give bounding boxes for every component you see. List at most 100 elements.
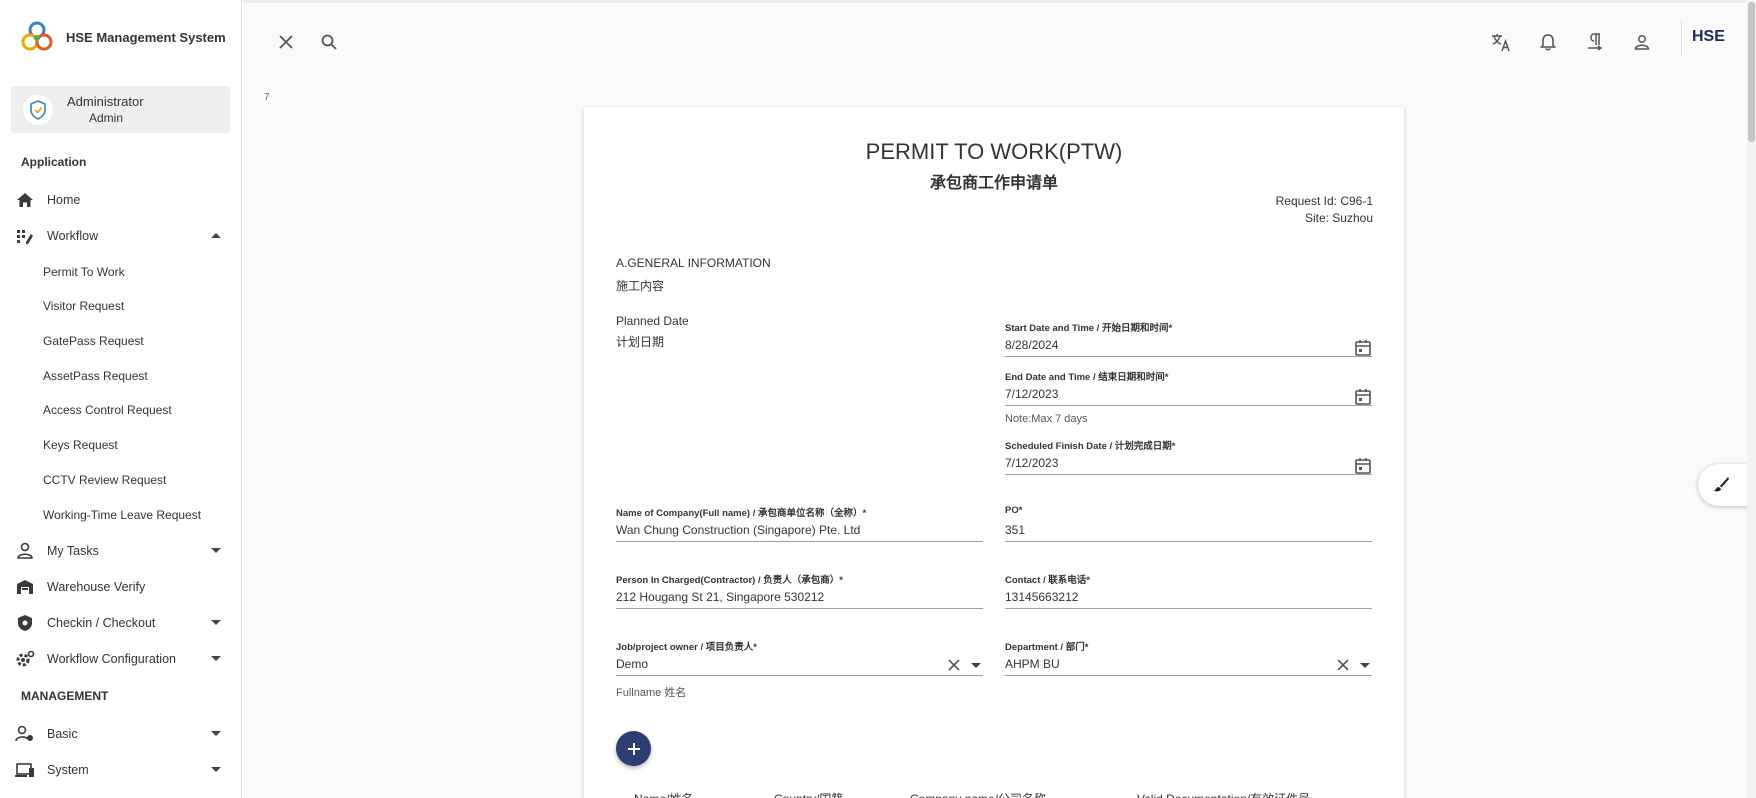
chevron-down-icon[interactable]: [211, 656, 221, 661]
start-date-input[interactable]: 8/28/2024: [1005, 333, 1372, 357]
start-date-value: 8/28/2024: [1005, 338, 1059, 352]
brand-short-label[interactable]: HSE: [1692, 28, 1725, 46]
sidebar-subitem-cctv-review-request[interactable]: CCTV Review Request: [43, 470, 166, 490]
stray-text: 7: [264, 92, 270, 103]
brush-icon: [1714, 477, 1729, 492]
po-input[interactable]: 351: [1005, 518, 1372, 542]
dropdown-arrow-icon[interactable]: [1360, 663, 1370, 668]
sidebar-item-label: Checkin / Checkout: [47, 616, 156, 630]
finish-date-field[interactable]: Scheduled Finish Date / 计划完成日期* 7/12/202…: [1005, 438, 1372, 475]
general-info-heading-cn: 施工内容: [616, 279, 665, 293]
user-card[interactable]: Administrator Admin: [11, 86, 230, 133]
sidebar: HSE Management System Administrator Admi…: [0, 0, 242, 798]
project-owner-select[interactable]: Demo: [616, 652, 983, 676]
general-info-heading: A.GENERAL INFORMATION: [616, 256, 771, 270]
department-value: AHPM BU: [1005, 657, 1060, 671]
person-in-charge-input[interactable]: 212 Hougang St 21, Singapore 530212: [616, 585, 983, 609]
department-label: Department / 部门*: [1005, 642, 1089, 653]
table-header-company: Company name/公司名称: [910, 790, 1046, 798]
planned-date-label: Planned Date: [616, 314, 689, 328]
person-in-charge-field[interactable]: Person In Charged(Contractor) / 负责人（承包商）…: [616, 572, 983, 609]
permit-form-card: PERMIT TO WORK(PTW) 承包商工作申请单 Request Id:…: [584, 107, 1404, 798]
calendar-icon[interactable]: [1354, 457, 1372, 475]
end-date-field[interactable]: End Date and Time / 结束日期和时间* 7/12/2023: [1005, 369, 1372, 406]
section-application: Application: [21, 155, 87, 169]
site-label: Site: Suzhou: [1304, 211, 1373, 225]
chevron-up-icon[interactable]: [211, 233, 221, 238]
sidebar-item-label: My Tasks: [47, 544, 99, 558]
chevron-down-icon[interactable]: [211, 620, 221, 625]
chevron-down-icon[interactable]: [211, 767, 221, 772]
department-select[interactable]: AHPM BU: [1005, 652, 1372, 676]
sidebar-item-label: Workflow Configuration: [47, 652, 176, 666]
start-date-field[interactable]: Start Date and Time / 开始日期和时间* 8/28/2024: [1005, 320, 1372, 357]
planned-date-label-cn: 计划日期: [616, 335, 665, 349]
company-name-field[interactable]: Name of Company(Full name) / 承包商单位名称（全称）…: [616, 505, 983, 542]
sidebar-subitem-permit-to-work[interactable]: Permit To Work: [43, 262, 125, 282]
start-date-label: Start Date and Time / 开始日期和时间*: [1005, 323, 1173, 334]
bell-icon[interactable]: [1537, 31, 1559, 53]
calendar-icon[interactable]: [1354, 339, 1372, 357]
project-owner-field[interactable]: Job/project owner / 项目负责人* Demo: [616, 639, 983, 676]
person-icon[interactable]: [1631, 31, 1653, 53]
form-subtitle: 承包商工作申请单: [929, 175, 1058, 192]
sidebar-subitem-access-control-request[interactable]: Access Control Request: [43, 400, 172, 420]
contact-label: Contact / 联系电话*: [1005, 575, 1090, 586]
sidebar-item-checkin-checkout[interactable]: Checkin / Checkout: [0, 608, 241, 638]
clear-icon[interactable]: [947, 658, 961, 672]
page-scrollbar[interactable]: [1747, 0, 1756, 798]
company-name-input[interactable]: Wan Chung Construction (Singapore) Pte. …: [616, 518, 983, 542]
devices-icon: [15, 760, 35, 780]
end-date-input[interactable]: 7/12/2023: [1005, 382, 1372, 406]
brand-header[interactable]: HSE Management System: [0, 0, 241, 74]
sidebar-item-home[interactable]: Home: [0, 185, 241, 215]
dropdown-arrow-icon[interactable]: [971, 663, 981, 668]
project-owner-label: Job/project owner / 项目负责人*: [616, 642, 757, 653]
sidebar-item-basic[interactable]: Basic: [0, 719, 241, 749]
calendar-icon[interactable]: [1354, 388, 1372, 406]
sidebar-item-warehouse-verify[interactable]: Warehouse Verify: [0, 572, 241, 602]
paragraph-direction-icon[interactable]: [1584, 31, 1606, 53]
sidebar-subitem-keys-request[interactable]: Keys Request: [43, 435, 118, 455]
po-label: PO*: [1005, 505, 1023, 516]
user-role: Admin: [89, 110, 124, 125]
sidebar-item-workflow-configuration[interactable]: Workflow Configuration: [0, 644, 241, 674]
contact-field[interactable]: Contact / 联系电话* 13145663212: [1005, 572, 1372, 609]
top-bar: [243, 0, 1756, 76]
person-task-icon: [15, 541, 35, 561]
sidebar-subitem-visitor-request[interactable]: Visitor Request: [43, 296, 124, 316]
end-date-value: 7/12/2023: [1005, 387, 1059, 401]
table-header-name: Name/姓名: [634, 790, 693, 798]
sidebar-subitem-working-time-leave-request[interactable]: Working-Time Leave Request: [43, 505, 201, 525]
sidebar-subitem-gatepass-request[interactable]: GatePass Request: [43, 331, 144, 351]
sidebar-item-my-tasks[interactable]: My Tasks: [0, 536, 241, 566]
contact-input[interactable]: 13145663212: [1005, 585, 1372, 609]
add-person-button[interactable]: [616, 731, 651, 766]
shield-avatar-icon: [23, 94, 53, 125]
sidebar-item-workflow[interactable]: Workflow: [0, 221, 241, 251]
workflow-icon: [15, 226, 35, 246]
finish-date-input[interactable]: 7/12/2023: [1005, 451, 1372, 475]
clear-icon[interactable]: [1336, 658, 1350, 672]
po-field[interactable]: PO* 351: [1005, 505, 1372, 542]
sidebar-item-label: Workflow: [47, 229, 99, 243]
chevron-down-icon[interactable]: [211, 731, 221, 736]
close-icon[interactable]: [275, 31, 297, 53]
table-header-country: Country/国籍: [774, 790, 843, 798]
request-id: Request Id: C96-1: [1275, 194, 1373, 208]
end-date-label: End Date and Time / 结束日期和时间*: [1005, 372, 1169, 383]
person-settings-icon: [15, 724, 35, 744]
project-owner-value: Demo: [616, 657, 649, 671]
search-icon[interactable]: [318, 31, 340, 53]
sidebar-item-system[interactable]: System: [0, 755, 241, 785]
shield-icon: [15, 613, 35, 633]
sidebar-subitem-assetpass-request[interactable]: AssetPass Request: [43, 366, 148, 386]
translate-icon[interactable]: [1490, 31, 1512, 53]
department-field[interactable]: Department / 部门* AHPM BU: [1005, 639, 1372, 676]
max-days-note: Note:Max 7 days: [1005, 413, 1088, 425]
form-title: PERMIT TO WORK(PTW): [865, 139, 1123, 164]
topbar-divider: [1681, 20, 1682, 56]
scroll-thumb[interactable]: [1748, 2, 1755, 142]
company-name-label: Name of Company(Full name) / 承包商单位名称（全称）…: [616, 508, 867, 519]
chevron-down-icon[interactable]: [211, 548, 221, 553]
